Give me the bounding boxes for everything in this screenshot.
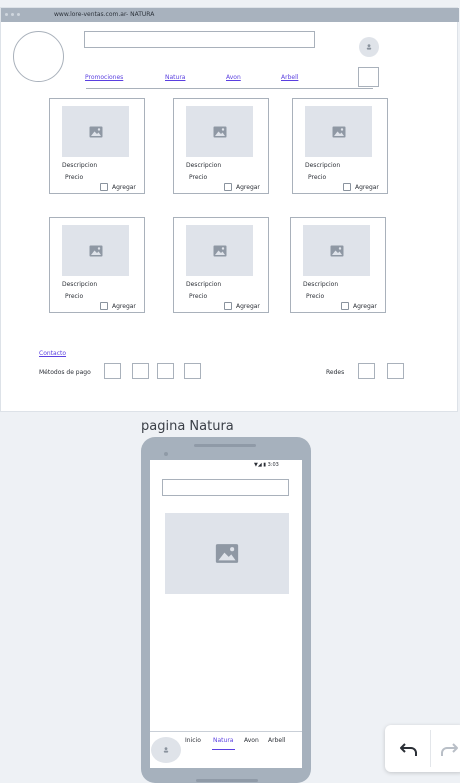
tab-avon[interactable]: Avon <box>244 737 259 744</box>
add-to-cart[interactable]: Agregar <box>343 183 379 191</box>
bottom-nav-divider <box>150 731 302 732</box>
payment-method-box <box>184 363 201 379</box>
search-input[interactable] <box>84 31 315 48</box>
add-to-cart[interactable]: Agregar <box>341 302 377 310</box>
contact-link[interactable]: Contacto <box>39 350 66 357</box>
product-price: Precio <box>65 174 84 181</box>
product-card[interactable]: Descripcion Precio Agregar <box>292 98 388 194</box>
payment-method-box <box>104 363 121 379</box>
mobile-banner-image <box>165 513 289 594</box>
panel-divider <box>430 730 431 767</box>
browser-url[interactable]: www.lore-ventas.com.ar- NATURA <box>54 11 154 18</box>
add-to-cart[interactable]: Agregar <box>100 302 136 310</box>
social-label: Redes <box>326 369 345 376</box>
image-icon <box>89 126 102 137</box>
phone-home-bar <box>196 779 258 782</box>
status-bar: ▼◢ ▮ 3:03 <box>254 462 279 468</box>
image-icon <box>89 245 102 256</box>
tab-natura[interactable]: Natura <box>213 737 233 744</box>
product-description: Descripcion <box>186 162 222 169</box>
image-icon <box>330 245 343 256</box>
add-to-cart[interactable]: Agregar <box>224 183 260 191</box>
product-card[interactable]: Descripcion Precio Agregar <box>49 98 145 194</box>
social-link-box[interactable] <box>358 363 375 379</box>
checkbox-icon[interactable] <box>224 183 232 191</box>
add-label: Agregar <box>353 302 377 310</box>
window-dot-icon <box>17 13 20 16</box>
user-icon <box>366 44 372 50</box>
product-image <box>186 225 253 276</box>
phone-camera <box>164 452 168 456</box>
redo-button[interactable] <box>436 736 460 762</box>
add-label: Agregar <box>355 183 379 191</box>
product-price: Precio <box>306 293 325 300</box>
mobile-page-title: pagina Natura <box>141 419 234 434</box>
nav-divider <box>86 88 373 89</box>
product-price: Precio <box>189 174 208 181</box>
checkbox-icon[interactable] <box>341 302 349 310</box>
nav-link-arbell[interactable]: Arbell <box>281 74 298 81</box>
redo-icon <box>441 743 458 756</box>
add-label: Agregar <box>236 302 260 310</box>
product-description: Descripcion <box>62 281 98 288</box>
mobile-search-input[interactable] <box>162 479 289 496</box>
product-image <box>305 106 372 157</box>
nav-link-promociones[interactable]: Promociones <box>85 74 123 81</box>
active-tab-indicator <box>212 749 235 750</box>
product-image <box>186 106 253 157</box>
payment-method-box <box>157 363 174 379</box>
add-label: Agregar <box>112 302 136 310</box>
image-icon <box>213 126 226 137</box>
add-to-cart[interactable]: Agregar <box>224 302 260 310</box>
user-avatar[interactable] <box>359 37 379 57</box>
product-description: Descripcion <box>186 281 222 288</box>
payment-methods-label: Métodos de pago <box>39 369 91 376</box>
undo-icon <box>400 743 417 756</box>
mobile-user-avatar[interactable] <box>151 737 181 763</box>
phone-speaker <box>194 444 256 447</box>
product-description: Descripcion <box>303 281 339 288</box>
product-card[interactable]: Descripcion Precio Agregar <box>290 217 386 313</box>
product-price: Precio <box>308 174 327 181</box>
product-image <box>303 225 370 276</box>
product-description: Descripcion <box>62 162 98 169</box>
payment-method-box <box>132 363 149 379</box>
tab-inicio[interactable]: Inicio <box>185 737 201 744</box>
checkbox-icon[interactable] <box>100 302 108 310</box>
add-to-cart[interactable]: Agregar <box>100 183 136 191</box>
product-image <box>62 106 129 157</box>
checkbox-icon[interactable] <box>343 183 351 191</box>
social-link-box[interactable] <box>387 363 404 379</box>
image-icon <box>215 544 239 563</box>
undo-button[interactable] <box>396 736 422 762</box>
cart-button[interactable] <box>358 67 379 87</box>
checkbox-icon[interactable] <box>224 302 232 310</box>
user-icon <box>163 747 169 753</box>
product-card[interactable]: Descripcion Precio Agregar <box>173 98 269 194</box>
product-price: Precio <box>65 293 84 300</box>
window-dot-icon <box>5 13 8 16</box>
product-image <box>62 225 129 276</box>
add-label: Agregar <box>236 183 260 191</box>
logo-placeholder <box>13 31 64 82</box>
checkbox-icon[interactable] <box>100 183 108 191</box>
tab-arbell[interactable]: Arbell <box>268 737 285 744</box>
image-icon <box>332 126 345 137</box>
add-label: Agregar <box>112 183 136 191</box>
product-price: Precio <box>189 293 208 300</box>
nav-link-avon[interactable]: Avon <box>226 74 241 81</box>
product-card[interactable]: Descripcion Precio Agregar <box>173 217 269 313</box>
desktop-wireframe: www.lore-ventas.com.ar- NATURA Promocion… <box>0 7 459 412</box>
window-dot-icon <box>11 13 14 16</box>
nav-link-natura[interactable]: Natura <box>165 74 185 81</box>
product-description: Descripcion <box>305 162 341 169</box>
phone-screen <box>150 460 302 768</box>
image-icon <box>213 245 226 256</box>
product-card[interactable]: Descripcion Precio Agregar <box>49 217 145 313</box>
browser-bar: www.lore-ventas.com.ar- NATURA <box>1 8 459 22</box>
